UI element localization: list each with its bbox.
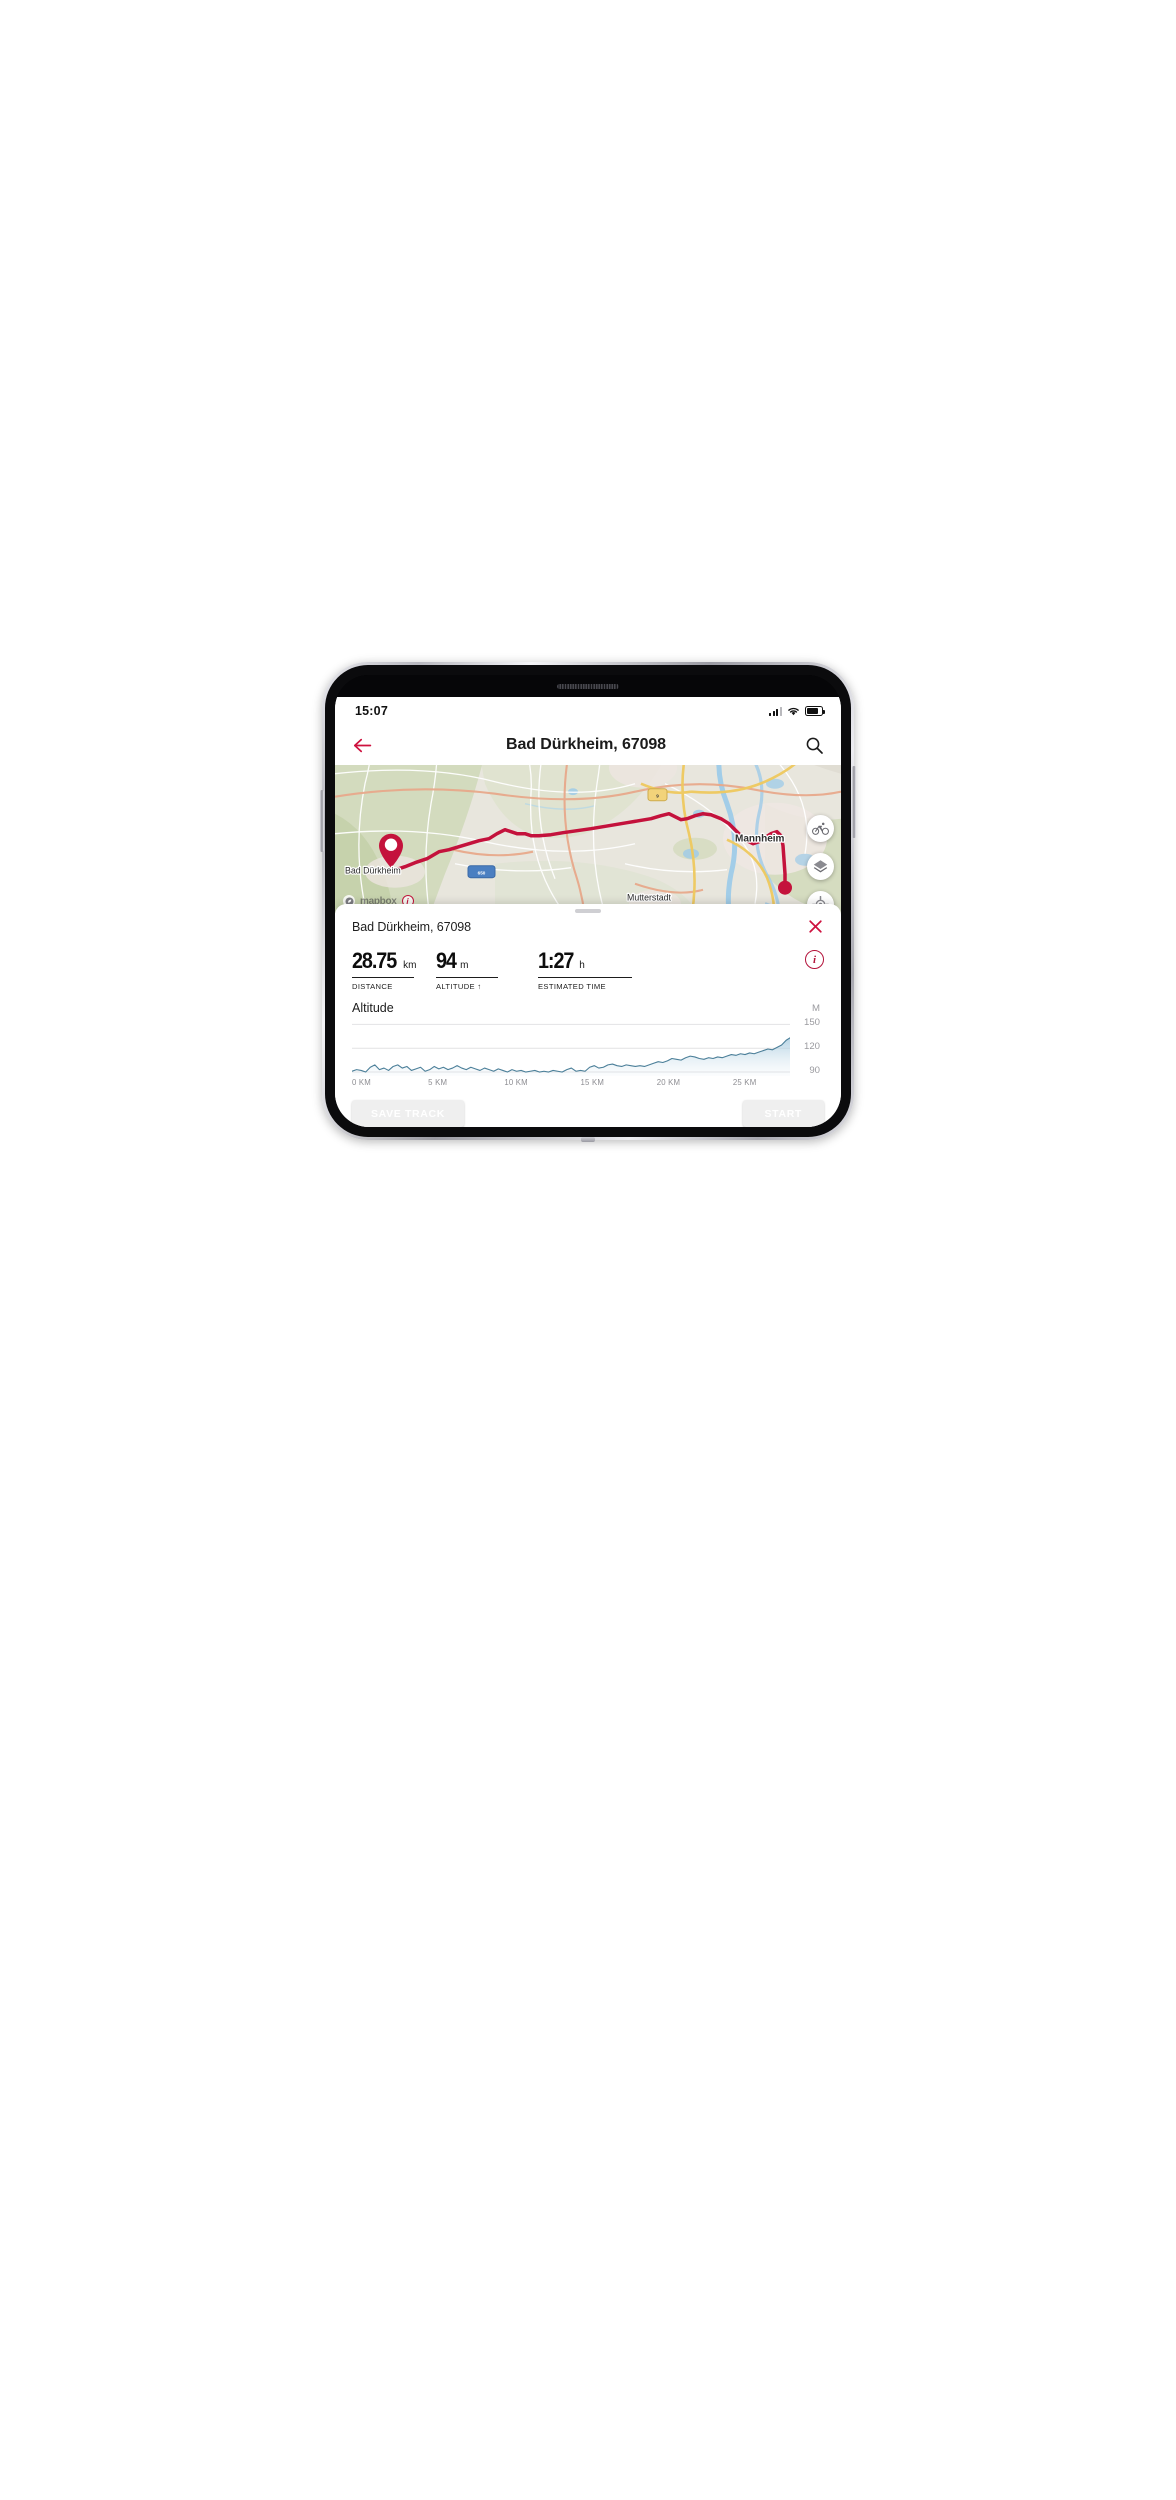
stat-distance-value: 28.75 [352, 948, 397, 973]
highway-shield-9: 9 [647, 788, 668, 802]
chart-y-tick: 90 [809, 1065, 820, 1077]
bottom-port [581, 1137, 595, 1142]
drag-handle[interactable] [575, 909, 601, 913]
stat-time-value: 1:27 [538, 948, 574, 973]
stat-distance-unit: km [403, 960, 417, 971]
search-icon [806, 737, 823, 754]
page-title: Bad Dürkheim, 67098 [506, 736, 666, 753]
map-label: Mutterstadt [627, 893, 672, 903]
app-container: 15:07 Bad Dürkheim, 67098 9 650 Mannheim… [335, 697, 841, 1127]
app-header: Bad Dürkheim, 67098 [335, 725, 841, 765]
screenshot-canvas: 15:07 Bad Dürkheim, 67098 9 650 Mannheim… [0, 0, 1176, 2500]
earpiece-speaker [557, 683, 619, 689]
map-controls [807, 815, 834, 915]
map-label: Bad Dürkheim [345, 866, 401, 876]
svg-text:9: 9 [656, 793, 659, 798]
highway-shield-650: 650 [467, 865, 496, 879]
route-end-dot [778, 880, 792, 895]
chart-y-unit: M [812, 1003, 820, 1014]
route-stats: 28.75 km DISTANCE 94 m ALTITUDE ↑ 1:27 h… [352, 948, 824, 991]
map-view[interactable]: 9 650 61 [335, 765, 841, 915]
chart-y-tick: 120 [803, 1041, 820, 1053]
signal-bars-icon [768, 706, 782, 716]
stat-underline [538, 977, 632, 978]
chart-x-tick: 10 KM [504, 1078, 528, 1087]
volume-button[interactable] [320, 790, 324, 852]
altitude-chart: Altitude 0 KM 5 KM 10 KM 15 KM 20 KM 25 … [352, 1001, 824, 1089]
power-button[interactable] [852, 766, 856, 838]
sheet-actions: SAVE TRACK START [352, 1100, 824, 1127]
stat-underline [436, 977, 498, 978]
phone-screen: 15:07 Bad Dürkheim, 67098 9 650 Mannheim… [335, 675, 841, 1127]
route-detail-sheet: Bad Dürkheim, 67098 28.75 km DISTANCE 94… [335, 904, 841, 1127]
chart-x-tick: 25 KM [732, 1078, 757, 1087]
chart-y-tick: 150 [803, 1017, 820, 1029]
altitude-profile-svg [352, 1018, 790, 1076]
info-button[interactable]: i [805, 950, 824, 969]
search-button[interactable] [803, 734, 825, 756]
bike-icon [812, 822, 829, 835]
chart-x-tick: 0 KM [352, 1078, 371, 1087]
map-label: Mannheim [735, 834, 785, 845]
sheet-title: Bad Dürkheim, 67098 [352, 920, 472, 934]
stat-estimated-time: 1:27 h ESTIMATED TIME [538, 948, 805, 991]
stat-altitude-value: 94 [436, 948, 457, 973]
wifi-icon [788, 707, 799, 716]
chart-x-tick: 5 KM [428, 1078, 448, 1087]
status-bar: 15:07 [335, 697, 841, 725]
chart-plot-area [352, 1018, 790, 1076]
stat-distance: 28.75 km DISTANCE [352, 948, 436, 991]
activity-type-button[interactable] [807, 815, 834, 842]
chart-title: Altitude [352, 1001, 394, 1015]
map-style-button[interactable] [807, 853, 834, 880]
chart-y-axis: M 150 120 90 [790, 1001, 824, 1089]
map-canvas: 9 650 61 [335, 765, 841, 915]
stat-distance-label: DISTANCE [352, 982, 393, 991]
status-icons [768, 706, 826, 716]
stat-underline [352, 977, 414, 978]
phone-device: 15:07 Bad Dürkheim, 67098 9 650 Mannheim… [320, 662, 856, 1142]
battery-icon [805, 706, 826, 716]
notch [335, 675, 841, 697]
status-clock: 15:07 [355, 704, 388, 718]
chart-x-tick: 15 KM [580, 1078, 605, 1087]
stat-altitude: 94 m ALTITUDE ↑ [436, 948, 538, 991]
chart-x-tick: 20 KM [656, 1078, 681, 1087]
save-track-button[interactable]: SAVE TRACK [352, 1100, 464, 1127]
start-button[interactable]: START [742, 1100, 824, 1127]
chart-x-axis: 0 KM 5 KM 10 KM 15 KM 20 KM 25 KM [352, 1078, 790, 1089]
close-button[interactable] [807, 918, 824, 935]
layers-icon [813, 859, 828, 872]
close-icon [809, 920, 822, 933]
sheet-header: Bad Dürkheim, 67098 [352, 920, 824, 935]
stat-time-unit: h [579, 960, 585, 971]
stat-time-label: ESTIMATED TIME [538, 982, 606, 991]
stat-altitude-unit: m [460, 960, 469, 971]
stat-altitude-label: ALTITUDE ↑ [436, 982, 482, 991]
svg-text:650: 650 [478, 870, 486, 875]
